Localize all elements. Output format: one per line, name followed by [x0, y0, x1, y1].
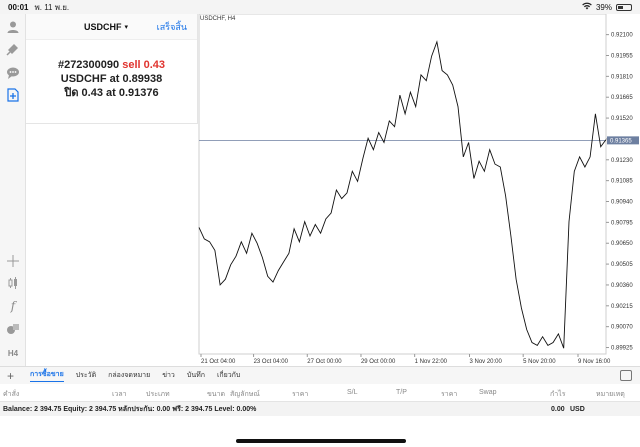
battery-icon — [616, 3, 632, 11]
tab-about[interactable]: เกี่ยวกับ — [217, 370, 240, 381]
x-tick-label-2: 27 Oct 00:00 — [307, 359, 342, 365]
current-price-label: 0.91365 — [610, 138, 632, 144]
tab-mailbox[interactable]: กล่องจดหมาย — [108, 370, 150, 381]
status-time: 00:01 — [8, 2, 29, 12]
order-info: #272300090 sell 0.43 USDCHF at 0.89938 ป… — [26, 58, 197, 100]
y-tick-label-8: 0.90940 — [611, 200, 633, 206]
balance-text: Balance: 2 394.75 Equity: 2 394.75 หลักป… — [3, 405, 257, 413]
y-tick-label-9: 0.90795 — [611, 220, 633, 226]
plot-border — [198, 14, 607, 355]
order-header: USDCHF ▾ เสร็จสิ้น — [26, 14, 197, 40]
order-action: sell 0.43 — [122, 59, 166, 71]
status-bar: 00:01 พ. 11 พ.ย. 39% — [0, 0, 640, 14]
y-tick-label-13: 0.90215 — [611, 304, 633, 310]
order-close-price: ปิด 0.43 at 0.91376 — [64, 87, 159, 99]
wifi-icon — [582, 2, 592, 12]
user-icon[interactable] — [3, 18, 23, 36]
balance-currency: USD — [570, 405, 585, 413]
chevron-down-icon: ▾ — [124, 23, 129, 31]
y-tick-label-1: 0.91955 — [611, 53, 633, 59]
col-price: ราคา — [292, 391, 309, 398]
bottom-tabs: + การซื้อขาย ประวัติ กล่องจดหมาย ข่าว บั… — [0, 366, 640, 384]
y-tick-label-0: 0.92100 — [611, 33, 633, 39]
y-tick-label-12: 0.90360 — [611, 283, 633, 289]
tab-news[interactable]: ข่าว — [162, 370, 175, 381]
order-id-line: #272300090 sell 0.43 — [26, 58, 197, 72]
symbol-dropdown[interactable]: USDCHF ▾ — [84, 22, 128, 32]
x-tick-label-0: 21 Oct 04:00 — [201, 359, 236, 365]
battery-percent: 39% — [595, 2, 612, 12]
x-tick-label-1: 23 Oct 04:00 — [254, 359, 289, 365]
col-order: คำสั่ง — [3, 391, 20, 398]
candles-icon[interactable] — [3, 274, 23, 292]
x-tick-label-3: 29 Oct 00:00 — [361, 359, 396, 365]
x-tick-label-5: 3 Nov 20:00 — [469, 359, 502, 365]
y-tick-label-11: 0.90505 — [611, 262, 633, 268]
balance-profit: 0.00 — [551, 405, 565, 413]
crosshair-icon[interactable] — [3, 252, 23, 270]
col-symbol: สัญลักษณ์ — [230, 391, 260, 398]
x-tick-label-6: 5 Nov 20:00 — [523, 359, 556, 365]
y-tick-label-7: 0.91085 — [611, 179, 633, 185]
y-tick-label-6: 0.91230 — [611, 158, 633, 164]
col-time: เวลา — [112, 391, 127, 398]
left-toolbar: f H4 — [0, 14, 26, 366]
x-tick-label-4: 1 Nov 22:00 — [415, 359, 448, 365]
col-type: ประเภท — [146, 391, 170, 398]
order-panel: USDCHF ▾ เสร็จสิ้น #272300090 sell 0.43 … — [26, 14, 198, 124]
share-icon[interactable] — [3, 40, 23, 58]
layout-icon[interactable] — [620, 370, 632, 381]
chart-title: USDCHF, H4 — [200, 16, 236, 22]
balance-row: Balance: 2 394.75 Equity: 2 394.75 หลักป… — [0, 402, 640, 416]
new-order-icon[interactable] — [3, 86, 23, 104]
col-current-price: ราคา — [441, 391, 458, 398]
col-tp: T/P — [396, 389, 407, 396]
done-button[interactable]: เสร็จสิ้น — [157, 20, 187, 34]
price-chart[interactable]: 0.92100 0.91955 0.91810 0.91665 0.91520 0.913… — [198, 14, 640, 366]
col-sl: S/L — [347, 389, 358, 396]
function-icon[interactable]: f — [3, 297, 23, 315]
add-icon[interactable]: + — [7, 369, 14, 383]
timeframe-icon[interactable]: H4 — [3, 344, 23, 362]
col-swap: Swap — [479, 389, 497, 396]
y-tick-label-4: 0.91520 — [611, 116, 633, 122]
col-profit: กำไร — [550, 391, 566, 398]
chart-canvas[interactable]: 0.92100 0.91955 0.91810 0.91665 0.91520 0.913… — [198, 14, 640, 366]
y-tick-label-10: 0.90650 — [611, 241, 633, 247]
objects-icon[interactable] — [3, 320, 23, 338]
chat-icon[interactable] — [3, 64, 23, 82]
col-volume: ขนาด — [207, 391, 226, 398]
order-ticket: #272300090 — [57, 59, 120, 71]
trade-table-header: คำสั่ง เวลา ประเภท ขนาด สัญลักษณ์ ราคา S… — [0, 384, 640, 402]
tab-history[interactable]: ประวัติ — [76, 370, 96, 381]
y-tick-label-15: 0.89925 — [611, 346, 633, 352]
x-tick-label-7: 9 Nov 16:00 — [578, 359, 611, 365]
order-open-price: USDCHF at 0.89938 — [60, 73, 163, 85]
status-right: 39% — [582, 2, 632, 12]
battery-fill — [618, 5, 623, 9]
y-tick-label-14: 0.90070 — [611, 325, 633, 331]
y-tick-label-2: 0.91810 — [611, 74, 633, 80]
home-indicator[interactable] — [236, 439, 406, 443]
status-date: พ. 11 พ.ย. — [34, 2, 70, 12]
tab-trade[interactable]: การซื้อขาย — [30, 369, 64, 382]
price-series-line — [198, 40, 607, 349]
y-tick-label-3: 0.91665 — [611, 95, 633, 101]
symbol-label: USDCHF — [84, 21, 122, 32]
tab-journal[interactable]: บันทึก — [187, 370, 205, 381]
col-comment: หมายเหตุ — [596, 391, 625, 398]
